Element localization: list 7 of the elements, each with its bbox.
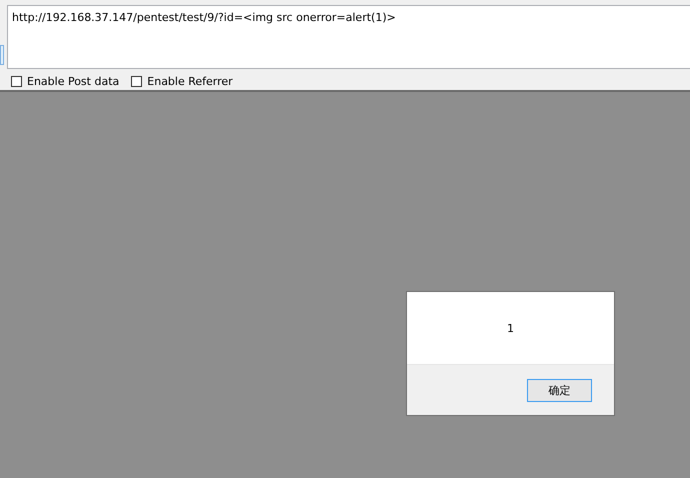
checkbox-icon[interactable] [11, 76, 22, 87]
option-checkbox[interactable]: Enable Referrer [131, 75, 233, 88]
url-field[interactable]: http://192.168.37.147/pentest/test/9/?id=<img src onerror=alert(1)> [7, 5, 690, 69]
alert-message: 1 [507, 322, 514, 334]
ok-button[interactable]: 确定 [527, 378, 592, 402]
checkbox-icon[interactable] [131, 76, 142, 87]
option-checkbox[interactable]: Enable Post data [11, 75, 120, 88]
